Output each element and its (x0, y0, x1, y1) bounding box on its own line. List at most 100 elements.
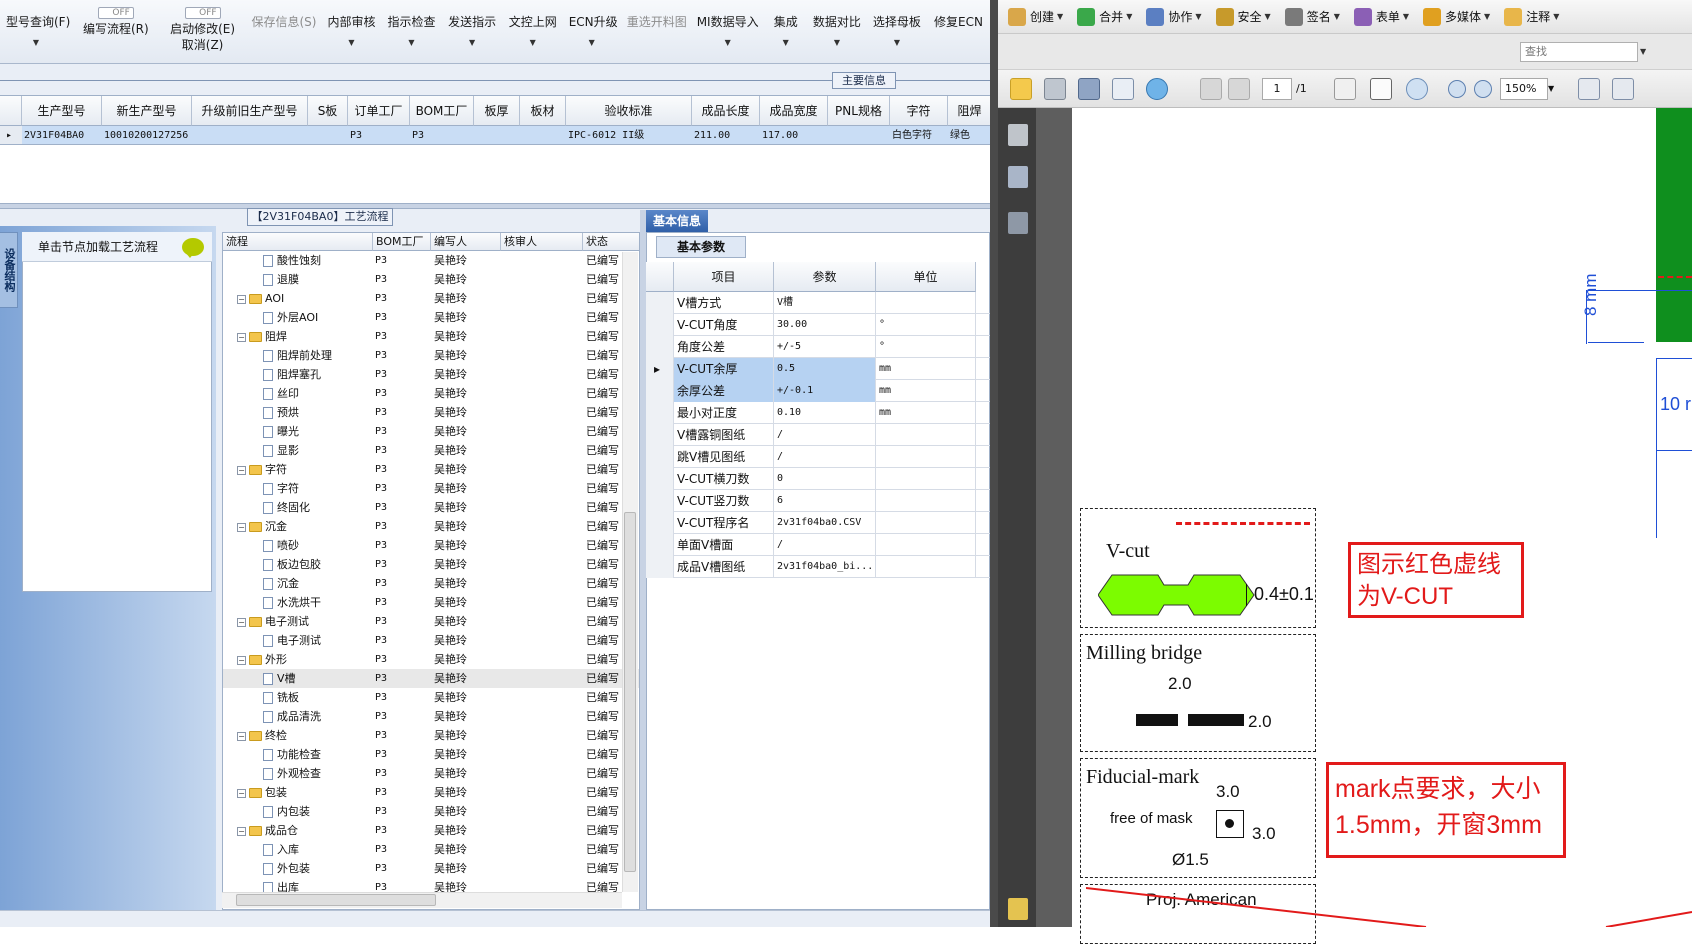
param-row[interactable]: ▸ V-CUT余厚 0.5 mm (646, 358, 990, 380)
param-row[interactable]: V-CUT角度 30.00 ° (646, 314, 990, 336)
tree-row[interactable]: 阻焊前处理 P3 吴艳玲 已编写 (223, 346, 639, 365)
tree-node[interactable]: 显影 (223, 441, 373, 460)
tree-row[interactable]: 阻焊塞孔 P3 吴艳玲 已编写 (223, 365, 639, 384)
toolbar-button-7[interactable]: 文控上网 ▼ (503, 0, 563, 64)
table-cell[interactable]: 白色字符 (890, 126, 948, 145)
tree-node[interactable]: 电子测试 (223, 631, 373, 650)
open-folder-icon[interactable] (1010, 78, 1032, 100)
tree-node[interactable]: 外包装 (223, 859, 373, 878)
tree-row[interactable]: 喷砂 P3 吴艳玲 已编写 (223, 536, 639, 555)
tree-row[interactable]: 电子测试 P3 吴艳玲 已编写 (223, 631, 639, 650)
tree-row[interactable]: − 包装 P3 吴艳玲 已编写 (223, 783, 639, 802)
param-row[interactable]: 单面V槽面 / (646, 534, 990, 556)
tree-node[interactable]: − 终检 (223, 726, 373, 745)
print-icon[interactable] (1044, 78, 1066, 100)
column-header[interactable]: 升级前旧生产型号 (192, 96, 308, 126)
table-cell[interactable] (474, 126, 520, 145)
param-value[interactable]: 0 (774, 468, 876, 490)
toolbar-button-4[interactable]: 内部审核 ▼ (321, 0, 381, 64)
param-value[interactable]: 6 (774, 490, 876, 512)
select-text-icon[interactable] (1334, 78, 1356, 100)
zoom-level-input[interactable]: 150% (1500, 78, 1548, 100)
tree-node[interactable]: 终固化 (223, 498, 373, 517)
tree-node[interactable]: 入库 (223, 840, 373, 859)
tree-row[interactable]: 功能检查 P3 吴艳玲 已编写 (223, 745, 639, 764)
column-header[interactable]: 成品长度 (692, 96, 760, 126)
chevron-down-icon[interactable]: ▼ (1548, 78, 1558, 100)
table-cell[interactable] (520, 126, 566, 145)
collapse-toggle-icon[interactable]: − (237, 731, 246, 741)
tree-row[interactable]: − 字符 P3 吴艳玲 已编写 (223, 460, 639, 479)
tree-node[interactable]: 阻焊前处理 (223, 346, 373, 365)
param-value[interactable]: 2v31f04ba0.CSV (774, 512, 876, 534)
param-row[interactable]: 跳V槽见图纸 / (646, 446, 990, 468)
column-header[interactable]: 成品宽度 (760, 96, 828, 126)
toolbar-button-3[interactable]: 保存信息(S) (245, 0, 321, 64)
tree-row[interactable]: 退膜 P3 吴艳玲 已编写 (223, 270, 639, 289)
pdf-toolbar-multimedia[interactable]: 多媒体 ▼ (1423, 7, 1490, 26)
collapse-toggle-icon[interactable]: − (237, 826, 246, 836)
share-globe-icon[interactable] (1146, 78, 1168, 100)
column-header[interactable]: 生产型号 (22, 96, 102, 126)
toolbar-button-10[interactable]: MI数据导入 ▼ (691, 0, 765, 64)
tree-row[interactable]: − 成品仓 P3 吴艳玲 已编写 (223, 821, 639, 840)
tree-row[interactable]: 显影 P3 吴艳玲 已编写 (223, 441, 639, 460)
column-header[interactable]: 阻焊 (948, 96, 990, 126)
tree-node[interactable]: 曝光 (223, 422, 373, 441)
off-switch[interactable]: OFF (184, 7, 221, 19)
tree-node[interactable]: 酸性蚀刻 (223, 251, 373, 270)
tree-row[interactable]: 字符 P3 吴艳玲 已编写 (223, 479, 639, 498)
tree-column-header[interactable]: 编写人 (431, 233, 501, 251)
table-cell[interactable]: P3 (410, 126, 474, 145)
column-header[interactable]: 板材 (520, 96, 566, 126)
next-page-icon[interactable] (1228, 78, 1250, 100)
param-row[interactable]: V槽方式 V槽 (646, 292, 990, 314)
attachments-icon[interactable] (1008, 166, 1028, 188)
tree-node[interactable]: 退膜 (223, 270, 373, 289)
pdf-toolbar-collaborate[interactable]: 协作 ▼ (1146, 7, 1202, 26)
fit-width-icon[interactable] (1612, 78, 1634, 100)
tree-node[interactable]: 外观检查 (223, 764, 373, 783)
toolbar-button-2[interactable]: OFF 启动修改(E) 取消(Z) (160, 0, 246, 64)
param-column-header[interactable]: 单位 (876, 262, 976, 292)
param-value[interactable]: 0.10 (774, 402, 876, 424)
pdf-toolbar-merge[interactable]: 合并 ▼ (1077, 7, 1132, 26)
collapse-toggle-icon[interactable]: − (237, 655, 246, 665)
tab-basic-info[interactable]: 基本信息 (646, 210, 708, 232)
tree-node[interactable]: 外层AOI (223, 308, 373, 327)
table-cell[interactable]: 绿色 (948, 126, 990, 145)
table-cell[interactable] (828, 126, 890, 145)
pdf-toolbar-sign-pen[interactable]: 签名 ▼ (1284, 7, 1340, 26)
tree-row[interactable]: − 沉金 P3 吴艳玲 已编写 (223, 517, 639, 536)
tree-node[interactable]: 板边包胶 (223, 555, 373, 574)
param-value[interactable]: / (774, 424, 876, 446)
tree-row[interactable]: 外包装 P3 吴艳玲 已编写 (223, 859, 639, 878)
column-header[interactable]: 新生产型号 (102, 96, 192, 126)
param-row[interactable]: V-CUT竖刀数 6 (646, 490, 990, 512)
column-header[interactable]: S板 (308, 96, 348, 126)
tree-column-header[interactable]: 核审人 (501, 233, 583, 251)
collapse-toggle-icon[interactable]: − (237, 522, 246, 532)
zoom-tool-icon[interactable] (1406, 78, 1428, 100)
param-column-header[interactable]: 参数 (774, 262, 876, 292)
zoom-out-icon[interactable] (1448, 80, 1466, 98)
tree-node[interactable]: − 包装 (223, 783, 373, 802)
hand-tool-icon[interactable] (1370, 78, 1392, 100)
save-icon[interactable] (1078, 78, 1100, 100)
param-value[interactable]: +/-0.1 (774, 380, 876, 402)
tree-row[interactable]: 外观检查 P3 吴艳玲 已编写 (223, 764, 639, 783)
tree-node[interactable]: − 电子测试 (223, 612, 373, 631)
tree-row[interactable]: 板边包胶 P3 吴艳玲 已编写 (223, 555, 639, 574)
toolbar-button-12[interactable]: 数据对比 ▼ (807, 0, 867, 64)
param-row[interactable]: V槽露铜图纸 / (646, 424, 990, 446)
collapse-toggle-icon[interactable]: − (237, 332, 246, 342)
pdf-toolbar-security-lock[interactable]: 安全 ▼ (1215, 7, 1271, 26)
param-column-header[interactable]: 项目 (674, 262, 774, 292)
comments-icon[interactable] (1008, 898, 1028, 920)
param-row[interactable]: 最小对正度 0.10 mm (646, 402, 990, 424)
tree-row[interactable]: 内包装 P3 吴艳玲 已编写 (223, 802, 639, 821)
collapse-toggle-icon[interactable]: − (237, 294, 246, 304)
tree-node[interactable]: 内包装 (223, 802, 373, 821)
tree-node[interactable]: V槽 (223, 669, 373, 688)
tree-column-header[interactable]: 流程 (223, 233, 373, 251)
